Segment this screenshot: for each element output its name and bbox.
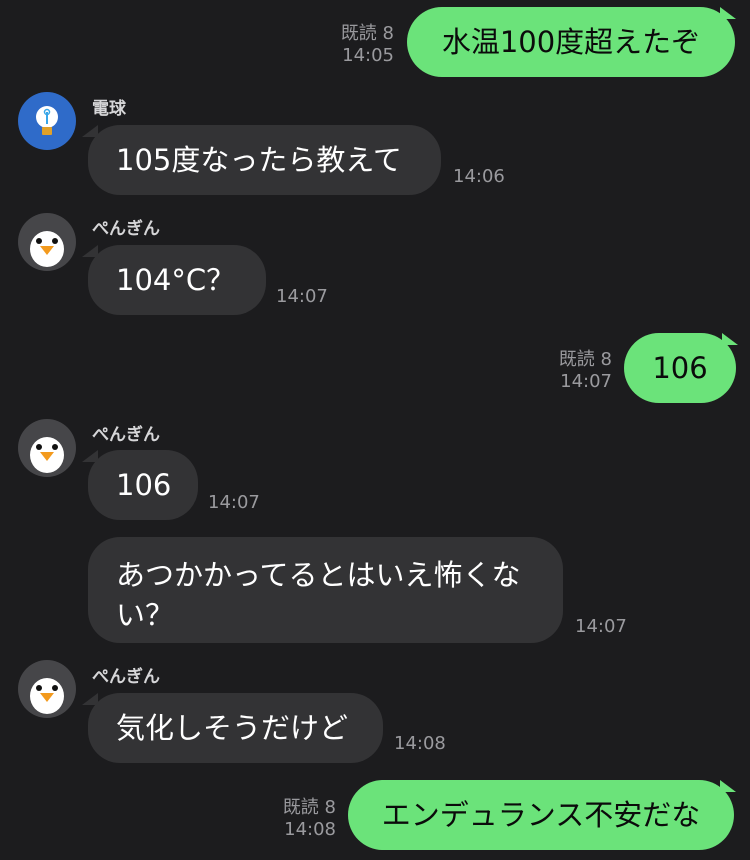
outgoing-message[interactable]: 水温100度超えたぞ <box>407 7 735 77</box>
message-time: 14:06 <box>453 166 505 187</box>
outgoing-message[interactable]: エンデュランス不安だな <box>348 780 734 850</box>
message-text: 106 <box>116 468 172 502</box>
incoming-message[interactable]: 気化しそうだけど <box>88 693 383 763</box>
message-time: 14:07 <box>208 492 260 513</box>
read-receipt: 既読 8 14:05 <box>340 23 394 66</box>
avatar-penguin[interactable] <box>18 213 76 271</box>
bubble-tail <box>720 7 736 19</box>
read-receipt: 既読 8 14:07 <box>558 349 612 392</box>
bubble-tail <box>720 780 736 792</box>
penguin-icon <box>30 678 64 714</box>
incoming-message[interactable]: 104°C？ <box>88 245 266 315</box>
message-text: 気化しそうだけど <box>116 711 349 745</box>
incoming-message[interactable]: あつかかってるとはいえ怖くな い？ <box>88 537 563 643</box>
message-text: あつかかってるとはいえ怖くな い？ <box>116 558 521 632</box>
sender-name: ぺんぎん <box>92 667 160 687</box>
sender-name: 電球 <box>92 99 126 119</box>
message-time: 14:07 <box>575 616 627 637</box>
sender-name: ぺんぎん <box>92 219 160 239</box>
message-text: 105度なったら教えて <box>116 143 402 177</box>
sender-name: ぺんぎん <box>92 425 160 445</box>
avatar-bulb[interactable] <box>18 92 76 150</box>
lightbulb-icon <box>36 106 58 135</box>
message-text: 水温100度超えたぞ <box>441 25 701 59</box>
bubble-tail <box>722 333 738 345</box>
outgoing-message[interactable]: 106 <box>624 333 736 403</box>
incoming-message[interactable]: 105度なったら教えて <box>88 125 441 195</box>
avatar-penguin[interactable] <box>18 660 76 718</box>
avatar-penguin[interactable] <box>18 419 76 477</box>
penguin-icon <box>30 437 64 473</box>
message-text: 104°C？ <box>116 263 236 297</box>
penguin-icon <box>30 231 64 267</box>
message-time: 14:07 <box>276 286 328 307</box>
message-text: 106 <box>652 351 708 385</box>
incoming-message[interactable]: 106 <box>88 450 198 520</box>
read-receipt: 既読 8 14:08 <box>282 797 336 840</box>
message-time: 14:08 <box>394 733 446 754</box>
message-text: エンデュランス不安だな <box>381 798 701 832</box>
